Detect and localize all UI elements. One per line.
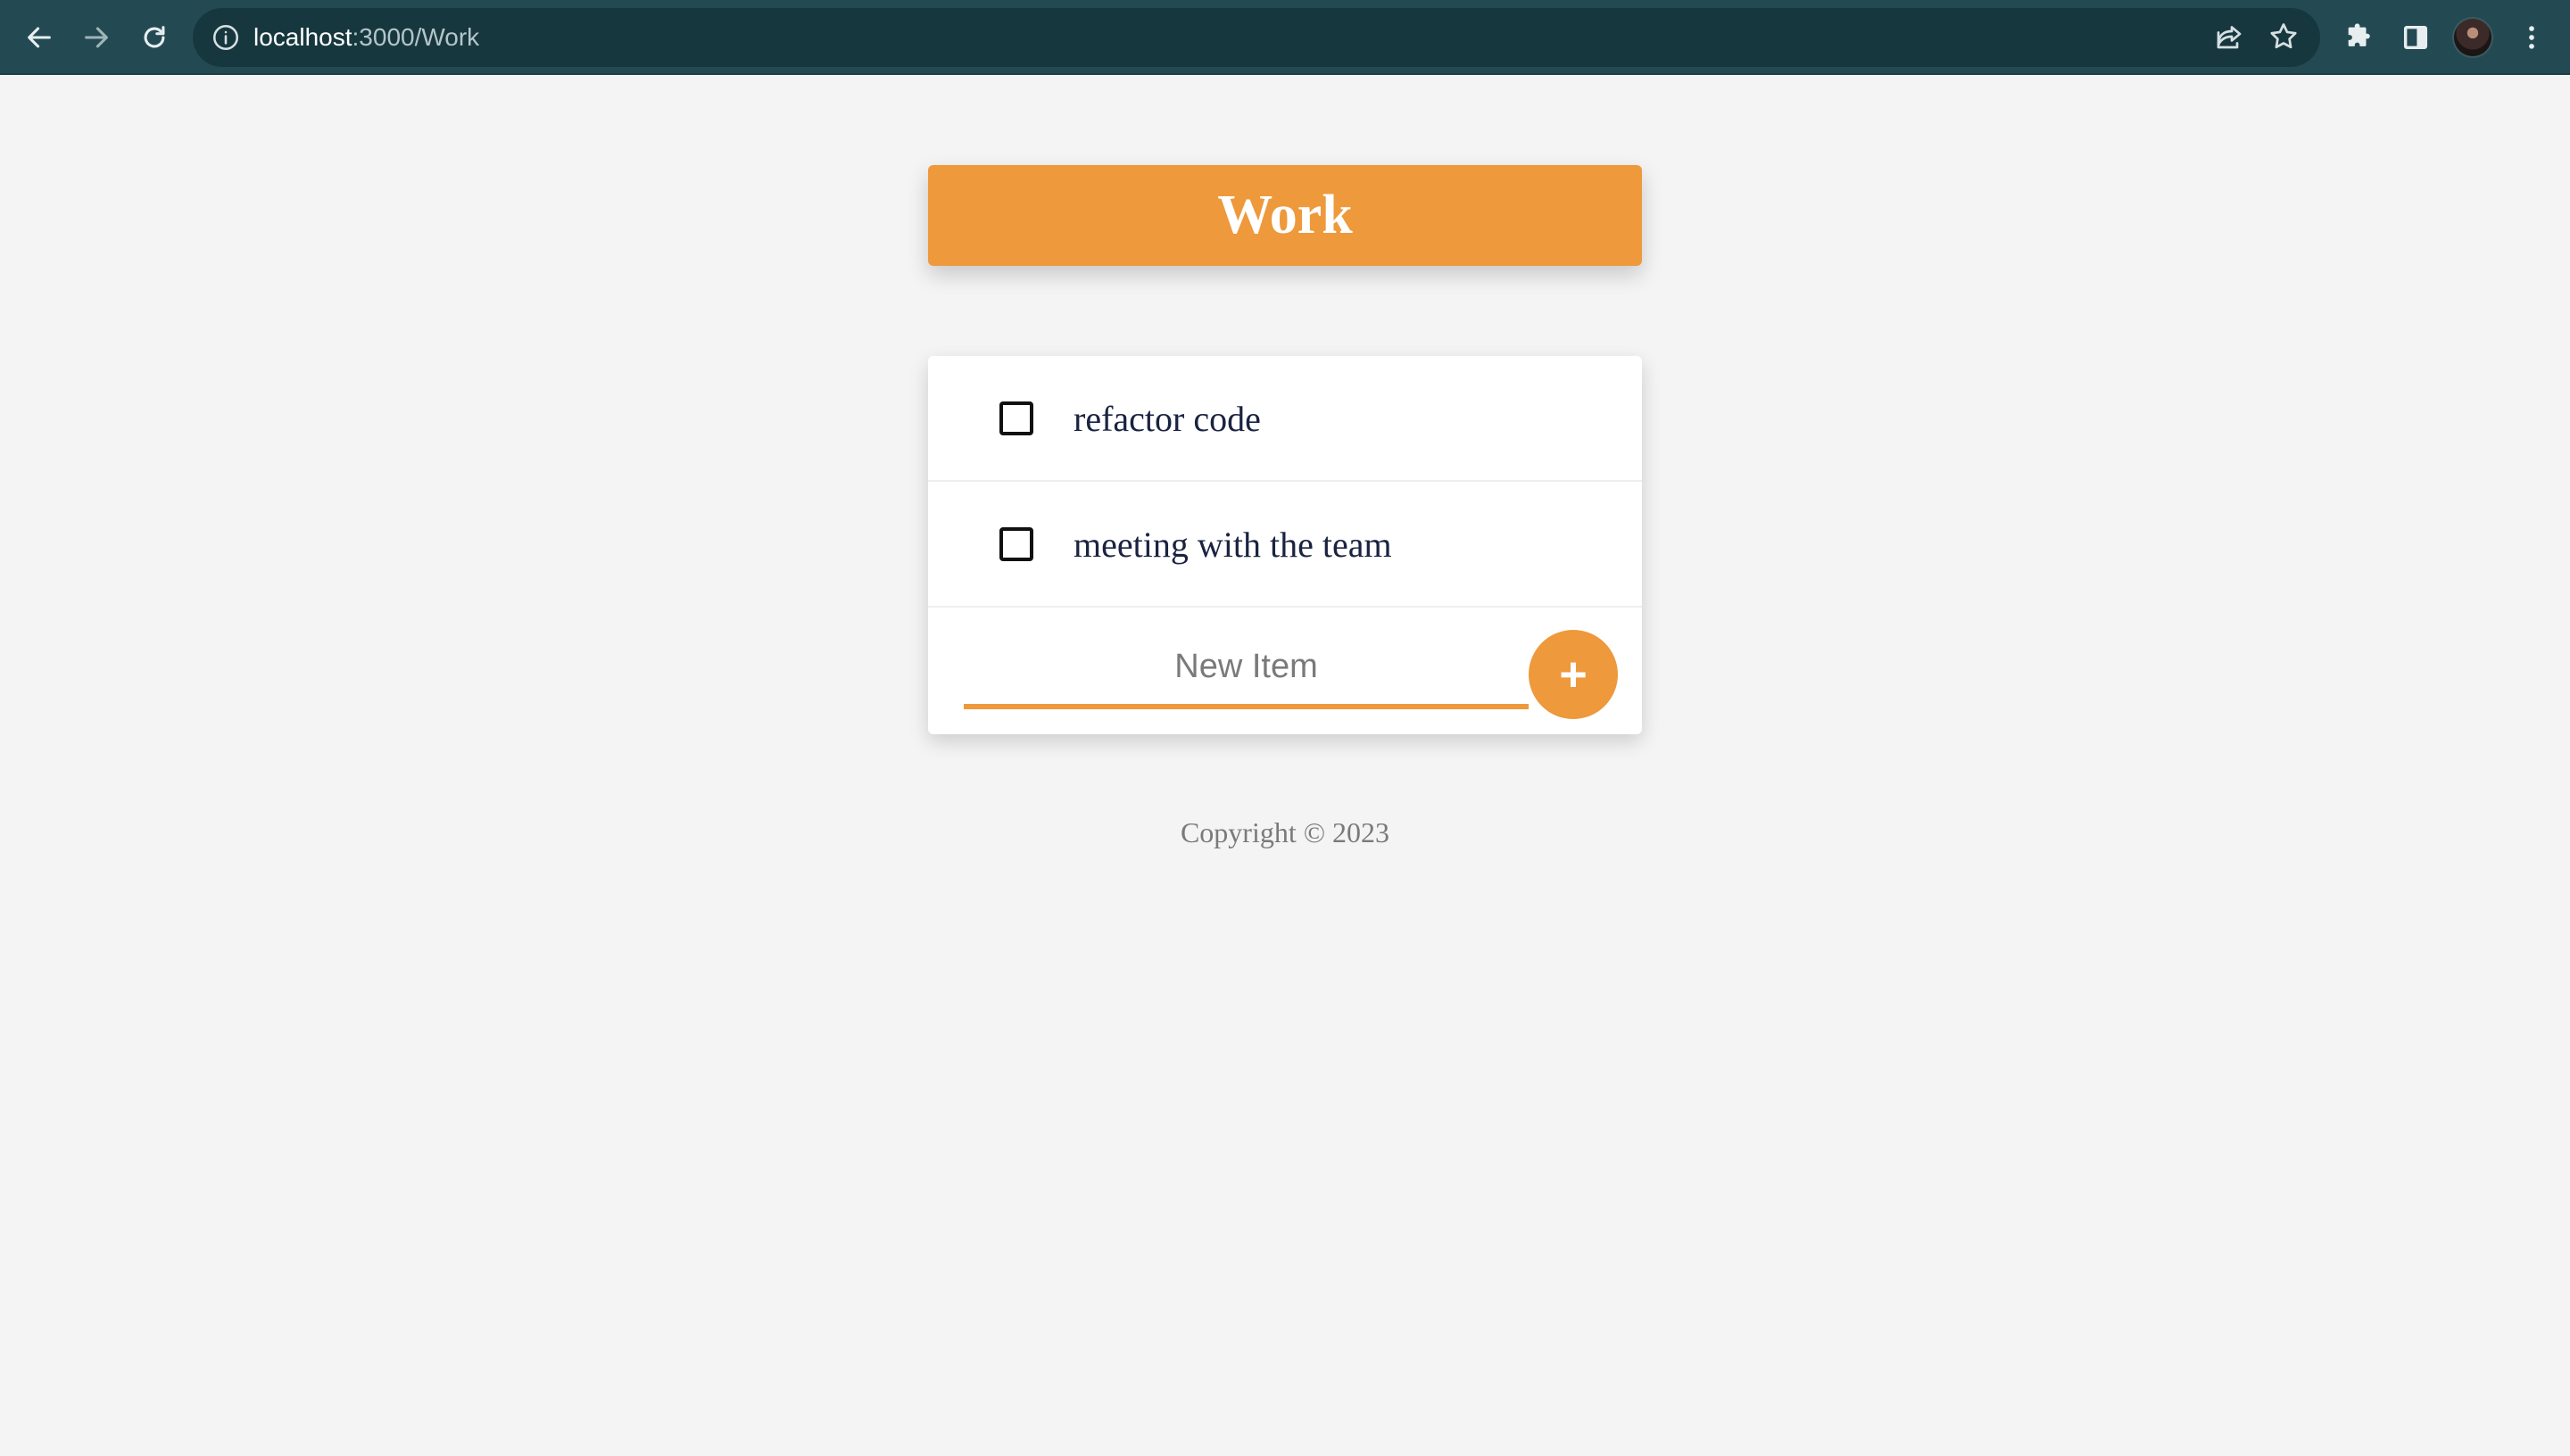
reload-icon[interactable] [129,12,179,62]
list-item: meeting with the team [928,482,1642,608]
share-icon[interactable] [2213,21,2247,54]
copyright-footer: Copyright © 2023 [1180,816,1390,848]
add-item-button[interactable]: + [1529,630,1618,719]
puzzle-icon[interactable] [2334,12,2383,62]
info-icon[interactable] [211,22,241,53]
todo-list: refactor code meeting with the team + [928,356,1642,734]
new-item-input[interactable] [964,629,1529,709]
browser-toolbar: localhost:3000/Work [0,0,2570,75]
kebab-menu-icon[interactable] [2507,12,2557,62]
url-path: :3000/Work [352,23,480,51]
url-host: localhost [253,23,352,51]
side-panel-icon[interactable] [2391,12,2441,62]
address-url[interactable]: localhost:3000/Work [253,8,479,67]
profile-avatar[interactable] [2454,19,2491,56]
address-bar[interactable]: localhost:3000/Work [193,8,2320,67]
item-checkbox[interactable] [999,527,1033,561]
list-item: refactor code [928,356,1642,482]
page-title: Work [1217,185,1353,245]
item-checkbox[interactable] [999,401,1033,435]
new-item-form: + [928,608,1642,734]
item-label: refactor code [1074,399,1261,439]
list-title-box: Work [928,165,1642,266]
star-icon[interactable] [2267,21,2301,54]
back-arrow-icon[interactable] [14,12,64,62]
item-label: meeting with the team [1074,525,1392,565]
forward-arrow-icon[interactable] [71,12,121,62]
